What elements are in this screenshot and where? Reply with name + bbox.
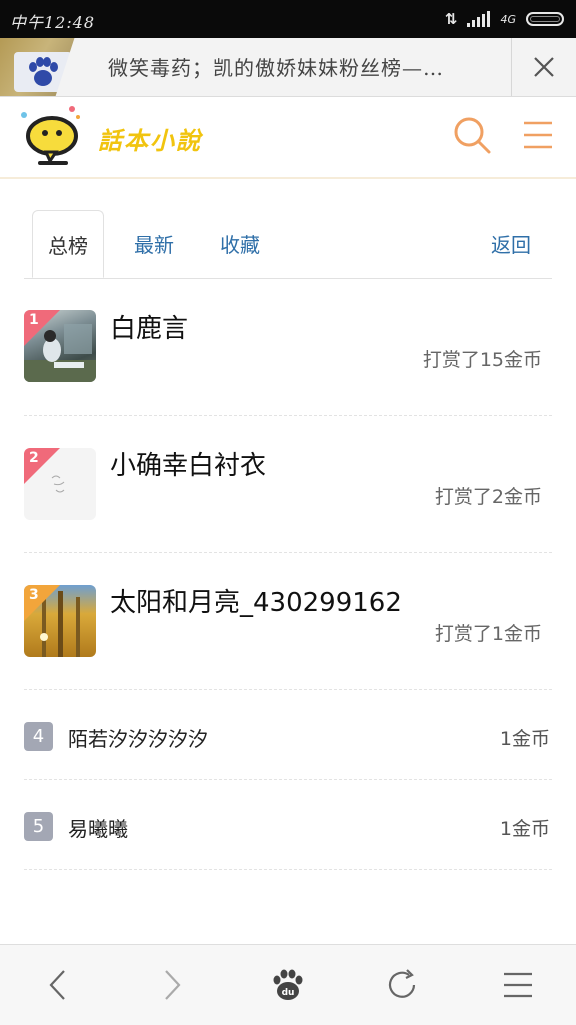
- tip-amount: 打赏了2金币: [434, 486, 542, 508]
- rank-item-3[interactable]: 3 太阳和月亮_430299162 打赏了1金币: [24, 552, 552, 690]
- avatar: 1: [24, 310, 96, 382]
- chevron-left-icon: [49, 970, 65, 1000]
- refresh-button[interactable]: [382, 965, 422, 1005]
- user-name: 易曦曦: [68, 817, 128, 841]
- battery-icon: [526, 12, 564, 26]
- refresh-icon: [388, 969, 416, 998]
- menu-button[interactable]: [520, 117, 556, 153]
- status-time: 中午12:48: [10, 13, 96, 32]
- signal-icon: [467, 11, 491, 27]
- rank-item-2[interactable]: 2 小确幸白衬衣 打赏了2金币: [24, 415, 552, 553]
- rank-number: 4: [24, 722, 53, 751]
- rank-number: 1: [29, 312, 39, 328]
- browser-bottom-bar: du: [0, 944, 576, 1025]
- status-icons: ⇅ 4G: [445, 8, 564, 30]
- network-type: 4G: [500, 12, 516, 26]
- user-name: 白鹿言: [110, 314, 189, 344]
- rank-number: 2: [29, 450, 39, 466]
- logo-text: 話本小說: [98, 126, 202, 155]
- tab-latest[interactable]: 最新: [120, 210, 188, 277]
- chevron-right-icon: [165, 970, 181, 1000]
- menu-button[interactable]: [498, 965, 538, 1005]
- hamburger-menu-icon: [524, 121, 552, 149]
- logo-bubble-icon: [21, 106, 80, 165]
- close-icon: [534, 57, 554, 77]
- rank-item-4[interactable]: 4 陌若汐汐汐汐汐 1金币: [24, 690, 552, 780]
- user-name: 陌若汐汐汐汐汐: [68, 727, 208, 751]
- search-button[interactable]: [452, 115, 492, 155]
- forward-button[interactable]: [152, 965, 192, 1005]
- tip-amount: 打赏了15金币: [422, 349, 542, 371]
- svg-text:du: du: [282, 988, 295, 998]
- rank-number: 3: [29, 587, 39, 603]
- data-transfer-icon: ⇅: [444, 10, 458, 28]
- browser-title-bar: 微笑毒药；凯的傲娇妹妹粉丝榜—…: [0, 38, 576, 97]
- close-tab-button[interactable]: [511, 38, 576, 96]
- tip-amount: 1金币: [499, 728, 550, 750]
- user-name: 小确幸白衬衣: [110, 451, 267, 481]
- tab-favorites[interactable]: 收藏: [206, 210, 274, 277]
- site-header: 話本小說: [0, 97, 576, 179]
- status-bar: 中午12:48 ⇅ 4G: [0, 0, 576, 38]
- search-icon: [454, 117, 491, 154]
- avatar: 2: [24, 448, 96, 520]
- tab-overall[interactable]: 总榜: [32, 210, 104, 278]
- ranking-tabs: 总榜 最新 收藏 返回: [24, 210, 552, 279]
- avatar: 3: [24, 585, 96, 657]
- tip-amount: 打赏了1金币: [434, 623, 542, 645]
- tip-amount: 1金币: [499, 818, 550, 840]
- baidu-paw-icon: du: [273, 969, 303, 1000]
- user-name: 太阳和月亮_430299162: [110, 588, 402, 618]
- hamburger-menu-icon: [504, 972, 532, 998]
- back-button[interactable]: [38, 965, 78, 1005]
- baidu-home-button[interactable]: du: [268, 965, 308, 1005]
- rank-item-5[interactable]: 5 易曦曦 1金币: [24, 780, 552, 870]
- page-title: 微笑毒药；凯的傲娇妹妹粉丝榜—…: [108, 56, 444, 80]
- site-logo[interactable]: 話本小說: [16, 103, 206, 169]
- back-link[interactable]: 返回: [480, 210, 542, 277]
- page-thumbnail[interactable]: [0, 38, 96, 96]
- rank-item-1[interactable]: 1 白鹿言 打赏了15金币: [24, 278, 552, 416]
- rank-number: 5: [24, 812, 53, 841]
